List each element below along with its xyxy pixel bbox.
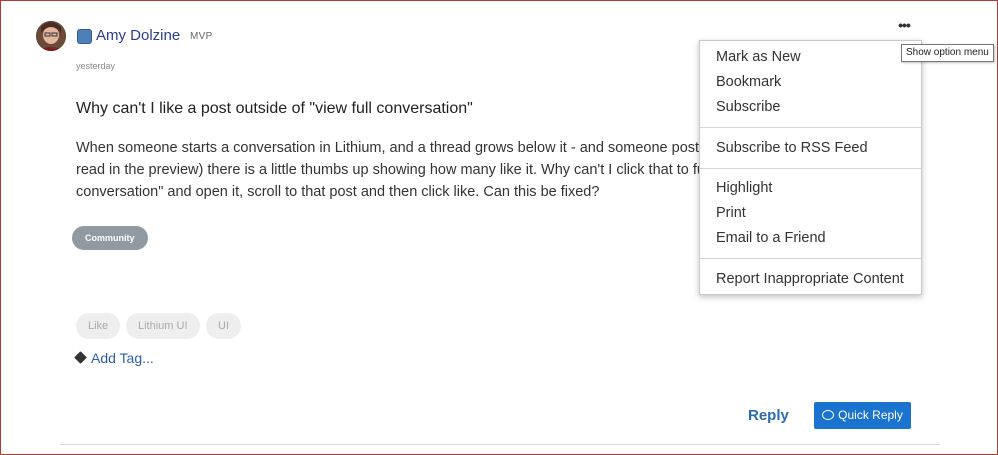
option-menu: Mark as New Bookmark Subscribe Subscribe… [699,40,922,295]
menu-separator [700,127,921,128]
menu-item-highlight[interactable]: Highlight [716,180,772,196]
avatar-image [36,21,66,51]
option-menu-tooltip: Show option menu [901,44,994,62]
reply-button[interactable]: Reply [748,407,789,424]
quick-reply-label: Quick Reply [838,408,903,422]
author-rank: MVP [190,31,213,42]
quick-reply-button[interactable]: Quick Reply [814,402,911,429]
speech-bubble-icon [822,410,835,420]
menu-item-rss[interactable]: Subscribe to RSS Feed [716,140,868,156]
menu-item-mark-as-new[interactable]: Mark as New [716,49,801,65]
tag-ui[interactable]: UI [206,313,241,339]
add-tag-label: Add Tag... [91,350,154,366]
avatar[interactable] [36,21,66,51]
tag-icon [74,351,87,364]
post-timestamp: yesterday [76,61,116,71]
add-tag-link[interactable]: Add Tag... [74,350,154,366]
menu-item-email[interactable]: Email to a Friend [716,230,826,246]
option-menu-icon[interactable]: ••• [895,18,913,32]
menu-item-subscribe[interactable]: Subscribe [716,99,780,115]
author-link[interactable]: Amy Dolzine [96,27,180,44]
menu-separator [700,258,921,259]
tag-lithium-ui[interactable]: Lithium UI [126,313,200,339]
menu-item-report[interactable]: Report Inappropriate Content [716,271,904,287]
menu-item-print[interactable]: Print [716,205,746,221]
tag-like[interactable]: Like [76,313,121,339]
post-title: Why can't I like a post outside of "view… [76,100,473,117]
rank-icon [77,29,92,44]
board-badge[interactable]: Community [72,226,148,250]
divider [60,444,940,445]
menu-item-bookmark[interactable]: Bookmark [716,74,781,90]
post-body: When someone starts a conversation in Li… [76,140,712,200]
menu-separator [700,168,921,169]
